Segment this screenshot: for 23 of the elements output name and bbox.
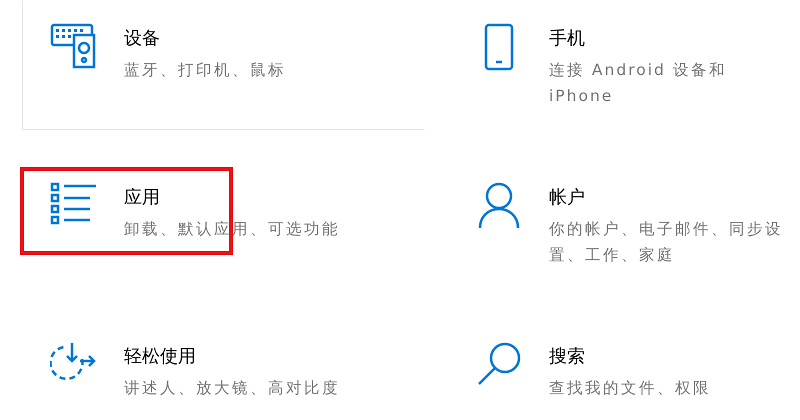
tile-title: 设备 bbox=[124, 27, 161, 51]
settings-tile[interactable]: 应用 卸载、默认应用、可选功能 bbox=[22, 159, 425, 289]
tile-description: 蓝牙、打印机、鼠标 bbox=[124, 60, 286, 81]
tile-title: 轻松使用 bbox=[124, 345, 197, 369]
tile-description: 讲述人、放大镜、高对比度 bbox=[124, 378, 340, 399]
settings-tile[interactable]: 设备 蓝牙、打印机、鼠标 bbox=[22, 0, 425, 130]
tile-description: 连接 Android 设备和 iPhone bbox=[549, 60, 728, 107]
settings-tile[interactable]: 手机 连接 Android 设备和 iPhone bbox=[447, 0, 787, 130]
tile-title: 搜索 bbox=[549, 345, 586, 369]
settings-tile[interactable]: 轻松使用 讲述人、放大镜、高对比度 bbox=[22, 318, 425, 420]
tile-title: 应用 bbox=[124, 186, 161, 210]
tile-description: 你的帐户、电子邮件、同步设置、工作、家庭 bbox=[549, 219, 784, 266]
settings-tile[interactable]: 帐户 你的帐户、电子邮件、同步设置、工作、家庭 bbox=[447, 159, 787, 289]
phone-icon bbox=[484, 23, 514, 71]
search-icon bbox=[476, 341, 522, 387]
settings-tile[interactable]: 搜索 查找我的文件、权限 bbox=[447, 318, 787, 420]
keyboard-speaker-icon bbox=[50, 23, 98, 69]
list-icon bbox=[50, 182, 98, 226]
tile-title: 手机 bbox=[549, 27, 586, 51]
tile-description: 卸载、默认应用、可选功能 bbox=[124, 219, 340, 240]
person-icon bbox=[477, 182, 521, 230]
tile-description: 查找我的文件、权限 bbox=[549, 378, 711, 399]
tile-title: 帐户 bbox=[549, 186, 586, 210]
